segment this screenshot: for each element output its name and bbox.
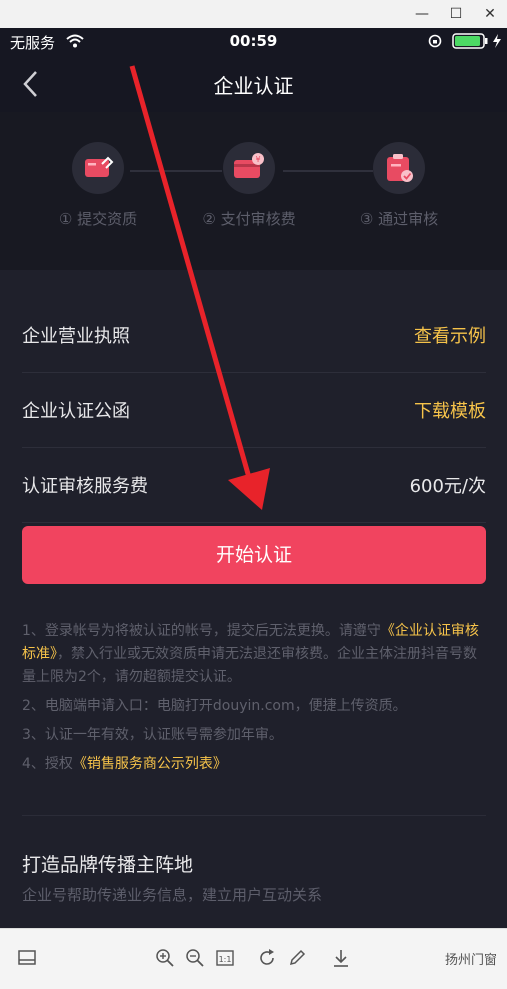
- step-submit: ① 提交资质: [38, 142, 158, 229]
- step-approved: ③ 通过审核: [339, 142, 459, 229]
- download-icon[interactable]: [330, 947, 352, 969]
- clipboard-check-icon: [387, 154, 413, 182]
- progress-steps: ① 提交资质 ¥ ② 支付审核费 ③ 通过审核: [0, 112, 507, 270]
- watermark-label: 扬州门窗: [444, 953, 497, 968]
- rotation-lock-icon: [428, 34, 442, 48]
- svg-text:1:1: 1:1: [219, 955, 232, 964]
- step-pay: ¥ ② 支付审核费: [189, 142, 309, 229]
- notes: 1、登录帐号为将被认证的帐号，提交后无法更换。请遵守《企业认证审核标准》，禁入行…: [22, 620, 488, 782]
- step-label: ② 支付审核费: [202, 210, 296, 228]
- close-button[interactable]: ✕: [480, 4, 500, 24]
- document-upload-icon: [85, 156, 114, 177]
- sales-agent-list-link[interactable]: 《销售服务商公示列表》: [73, 756, 227, 772]
- rotate-icon[interactable]: [256, 947, 278, 969]
- download-template-link[interactable]: 下载模板: [414, 397, 486, 423]
- fee-value: 600元/次: [409, 476, 486, 497]
- note-item: 4、授权《销售服务商公示列表》: [22, 756, 227, 772]
- row-official-letter[interactable]: 企业认证公函 下载模板: [22, 373, 486, 448]
- start-certification-button[interactable]: 开始认证: [22, 526, 486, 584]
- zoom-in-icon[interactable]: [154, 947, 176, 969]
- row-business-license[interactable]: 企业营业执照 查看示例: [22, 298, 486, 373]
- viewer-toolbar: 1:1 扬州门窗: [0, 928, 507, 989]
- status-bar: 无服务 00:59: [0, 28, 507, 56]
- note-item: 2、电脑端申请入口：电脑打开douyin.com，便捷上传资质。: [22, 698, 407, 714]
- page-title: 企业认证: [213, 74, 294, 98]
- row-label: 企业认证公函: [22, 401, 130, 422]
- window-title-bar: — ☐ ✕: [0, 0, 507, 29]
- panel-toggle-icon[interactable]: [16, 947, 38, 969]
- svg-text:¥: ¥: [255, 155, 260, 164]
- step-label: ① 提交资质: [58, 210, 138, 228]
- certification-panel: 企业营业执照 查看示例 企业认证公函 下载模板 认证审核服务费 600元/次 开…: [0, 270, 507, 930]
- minimize-button[interactable]: —: [412, 4, 432, 24]
- view-example-link[interactable]: 查看示例: [414, 322, 486, 348]
- row-service-fee: 认证审核服务费 600元/次: [22, 448, 486, 523]
- row-label: 认证审核服务费: [22, 476, 148, 497]
- actual-size-icon[interactable]: 1:1: [214, 947, 236, 969]
- brand-title: 打造品牌传播主阵地: [22, 854, 194, 876]
- note-item: 3、认证一年有效，认证账号需参加年审。: [22, 727, 283, 743]
- payment-card-icon: ¥: [234, 153, 264, 178]
- charging-icon: [493, 34, 501, 48]
- zoom-out-icon[interactable]: [184, 947, 206, 969]
- nav-bar: 企业认证: [0, 58, 507, 110]
- battery-icon: [452, 33, 488, 49]
- phone-screen: 无服务 00:59 企业认证 ① 提交资质 ¥ ② 支付审核费 ③ 通过审核 企…: [0, 28, 507, 930]
- note-item: 1、登录帐号为将被认证的帐号，提交后无法更换。请遵守《企业认证审核标准》，禁入行…: [22, 623, 479, 685]
- brand-subtitle: 企业号帮助传递业务信息，建立用户互动关系: [22, 886, 323, 904]
- row-label: 企业营业执照: [22, 326, 130, 347]
- divider: [22, 815, 486, 816]
- maximize-button[interactable]: ☐: [446, 4, 466, 24]
- step-label: ③ 通过审核: [359, 210, 439, 228]
- edit-pencil-icon[interactable]: [286, 947, 308, 969]
